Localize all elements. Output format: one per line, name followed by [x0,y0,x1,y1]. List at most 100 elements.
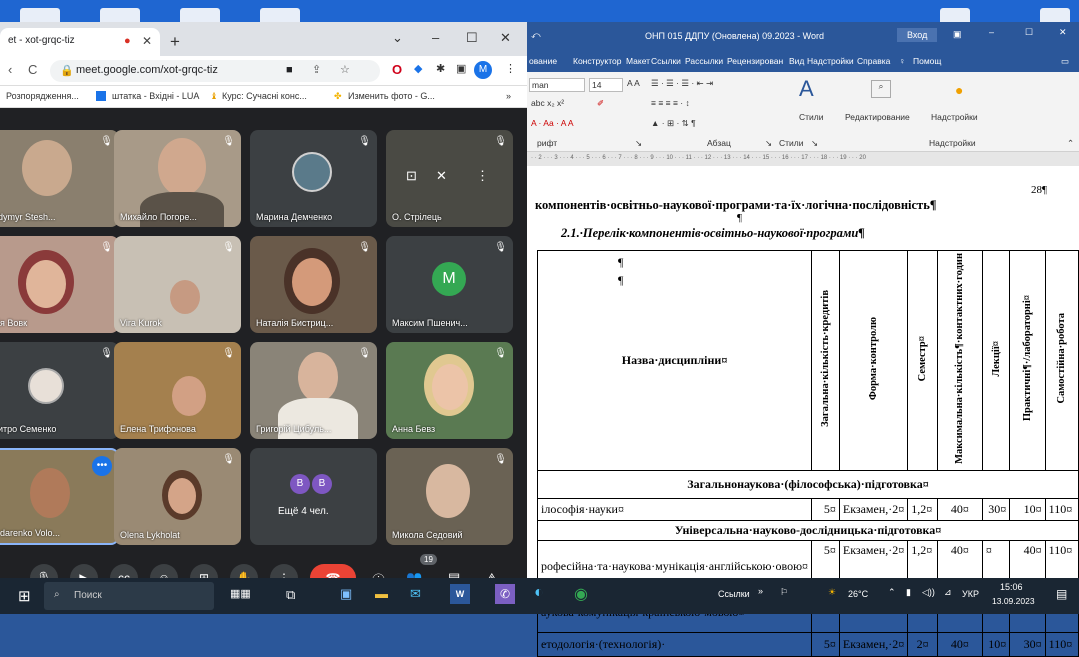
addins-button[interactable]: Надстройки [931,112,978,122]
camera-icon[interactable]: ■ [286,64,293,76]
search-icon[interactable]: ⌕ [871,80,891,98]
ribbon-display-icon[interactable]: ▣ [953,29,962,40]
editing-button[interactable]: Редактирование [845,112,910,122]
participant-tile[interactable]: 🎙 итро Семенко [0,342,119,439]
links-toolbar[interactable]: Ссылки [718,589,750,599]
participant-tile[interactable]: 🎙 Vira Kurok [114,236,241,333]
pin-icon[interactable]: ⊡ [406,168,417,184]
bookmark-item[interactable]: Розпорядження... [6,91,79,101]
close-window-button[interactable]: ✕ [1059,27,1067,38]
tab-references[interactable]: Ссылки [651,56,681,66]
comments-icon[interactable]: ▭ [1061,56,1069,67]
tab-page-layout[interactable]: Макет [626,56,650,66]
mail-icon[interactable]: ✉ [410,586,421,602]
participant-tile[interactable]: ⊡ ✕ ⋮ 🎙 О. Стрілець [386,130,513,227]
tab-view[interactable]: Вид [789,56,804,66]
dialog-launcher-icon[interactable]: ↘ [765,138,772,149]
clear-format-icon[interactable]: ✐ [597,98,604,109]
bookmark-item[interactable]: Изменить фото - G... [348,91,435,101]
sidepanel-icon[interactable]: ▣ [456,62,466,75]
minimize-button[interactable]: – [432,30,439,45]
network-icon[interactable]: ⊿ [944,587,952,598]
chrome-icon[interactable]: ◉ [574,584,588,604]
align-icons[interactable]: ≡ ≡ ≡ ≡ · ↕ [651,98,690,108]
overflow-icon[interactable]: » [758,586,763,596]
participant-tile[interactable]: ••• darenko Volo... [0,448,119,545]
tell-me-input[interactable]: Помощ [913,56,941,66]
search-box[interactable]: ⌕ Поиск [44,582,214,610]
dialog-launcher-icon[interactable]: ↘ [635,138,642,149]
dialog-launcher-icon[interactable]: ↘ [811,138,818,149]
maximize-button[interactable]: ☐ [1025,27,1033,38]
store-icon[interactable]: ▣ [340,586,352,602]
tab-design[interactable]: Конструктор [573,56,621,66]
edge-icon[interactable]: ◐ [534,584,544,602]
participant-tile[interactable]: 🎙 Михайло Погоре... [114,130,241,227]
addins-icon[interactable]: ● [955,82,963,98]
clock-date[interactable]: 13.09.2023 [992,596,1035,606]
profile-avatar[interactable]: M [474,61,492,79]
viber-icon[interactable]: ✆ [495,584,515,604]
puzzle-icon[interactable]: ✱ [436,62,445,75]
bookmark-item[interactable]: штатка - Вхідні - LUA [112,91,199,101]
notification-icon[interactable]: ⚐ [780,587,788,598]
bookmark-item[interactable]: Курс: Сучасні конс... [222,91,307,101]
tray-chevron-icon[interactable]: ⌃ [888,587,896,598]
star-icon[interactable]: ☆ [340,63,350,76]
notifications-icon[interactable]: ▤ [1056,587,1067,601]
participant-tile[interactable]: 🎙 Григорій Цибуль... [250,342,377,439]
more-options-icon[interactable]: ••• [92,456,112,476]
language-indicator[interactable]: УКР [962,589,979,599]
participant-tile[interactable]: 🎙 dymyr Stesh... [0,130,119,227]
tab-review[interactable]: Рецензирован [727,56,783,66]
font-size-select[interactable]: 14 [589,78,623,92]
maximize-button[interactable]: ☐ [466,30,478,46]
widget-image-icon[interactable]: ▦▦ [230,587,251,600]
collapse-ribbon-icon[interactable]: ⌃ [1067,138,1074,149]
strikethrough-icon[interactable]: abc x₂ x² [531,98,564,108]
battery-icon[interactable]: ▮ [906,587,911,598]
more-menu-icon[interactable]: ⋮ [505,62,516,75]
tab-addins[interactable]: Надстройки [807,56,854,66]
new-tab-button[interactable]: + [170,32,180,52]
more-options-icon[interactable]: ⋮ [476,168,489,184]
bookmarks-overflow-icon[interactable]: » [506,91,511,101]
tab-layout[interactable]: ование [529,56,557,66]
reload-icon[interactable]: C [28,62,37,77]
url-input[interactable]: 🔒 meet.google.com/xot-grqc-tiz ■ ⇪ ☆ [50,60,380,82]
back-icon[interactable]: ‹ [8,62,12,77]
weather-icon[interactable]: ☀ [828,587,836,598]
close-window-button[interactable]: ✕ [500,30,511,46]
minimize-button[interactable]: – [989,27,994,37]
volume-icon[interactable]: ◁)) [922,587,935,598]
mute-icon[interactable]: ✕ [436,168,447,184]
participant-tile[interactable]: M 🎙 Максим Пшенич... [386,236,513,333]
task-view-icon[interactable]: ⧉ [286,587,295,603]
close-tab-icon[interactable]: ✕ [142,34,152,48]
participant-tile[interactable]: 🎙 Микола Седовий [386,448,513,545]
tab-mailings[interactable]: Рассылки [685,56,723,66]
opera-extension-icon[interactable]: O [392,62,402,77]
participant-tile[interactable]: 🎙 Марина Демченко [250,130,377,227]
share-icon[interactable]: ⇪ [312,63,321,76]
lightbulb-icon[interactable]: ♀ [899,56,905,66]
grow-font-icon[interactable]: A A [627,78,640,88]
chevron-down-icon[interactable]: ⌄ [392,30,403,46]
tab-help[interactable]: Справка [857,56,890,66]
document-page[interactable]: 28¶ компонентів·освітньо-наукової·програ… [527,166,1079,657]
participant-tile[interactable]: 🎙 Анна Бевз [386,342,513,439]
weather-temp[interactable]: 26°C [848,589,868,599]
extension-icon[interactable]: ◆ [414,62,422,75]
participant-tile[interactable]: 🎙 Наталія Бистриц... [250,236,377,333]
participant-tile[interactable]: 🎙 Елена Трифонова [114,342,241,439]
shading-icons[interactable]: ▲ · ⊞ · ⇅ ¶ [651,118,696,129]
participant-tile[interactable]: 🎙 Olena Lykholat [114,448,241,545]
font-name-select[interactable]: man [529,78,585,92]
font-color-icon[interactable]: A · Aa · A A [531,118,574,128]
meet-tab[interactable]: et - xot-grqc-tiz ● ✕ [0,28,160,56]
participant-tile[interactable]: 🎙 ія Вовк [0,236,119,333]
clock-time[interactable]: 15:06 [1000,582,1023,592]
styles-button[interactable]: Стили [799,112,824,122]
signin-button[interactable]: Вход [897,28,938,42]
explorer-icon[interactable]: ▬ [375,586,388,601]
